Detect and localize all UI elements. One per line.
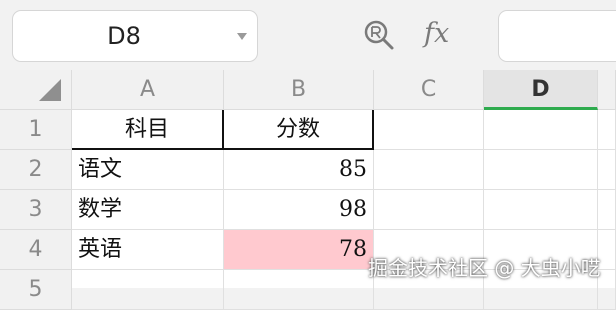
- column-header-c[interactable]: C: [374, 70, 484, 110]
- formula-input[interactable]: [498, 10, 616, 62]
- cell-c3[interactable]: [374, 190, 484, 230]
- cell-a3[interactable]: 数学: [72, 190, 224, 230]
- row-header-5[interactable]: 5: [0, 270, 72, 310]
- cell-e2[interactable]: [598, 150, 616, 190]
- cell-a4[interactable]: 英语: [72, 230, 224, 270]
- row-header-2[interactable]: 2: [0, 150, 72, 190]
- cell-d2[interactable]: [484, 150, 598, 190]
- row-header-1[interactable]: 1: [0, 110, 72, 150]
- select-all-corner[interactable]: [0, 70, 72, 110]
- zoom-search-icon[interactable]: [362, 18, 396, 52]
- cell-b4[interactable]: 78: [224, 230, 374, 270]
- cell-a2[interactable]: 语文: [72, 150, 224, 190]
- cell-a1[interactable]: 科目: [72, 110, 224, 150]
- name-box[interactable]: D8: [12, 10, 258, 62]
- cell-b2[interactable]: 85: [224, 150, 374, 190]
- column-header-a[interactable]: A: [72, 70, 224, 110]
- cell-reference: D8: [107, 22, 141, 50]
- column-header-e[interactable]: [598, 70, 616, 110]
- cell-c1[interactable]: [374, 110, 484, 150]
- cell-d1[interactable]: [484, 110, 598, 150]
- column-header-b[interactable]: B: [224, 70, 374, 110]
- column-header-d[interactable]: D: [484, 70, 598, 110]
- cell-b1[interactable]: 分数: [224, 110, 374, 150]
- watermark: 掘金技术社区 @ 大虫小呓: [368, 256, 601, 280]
- cell-c2[interactable]: [374, 150, 484, 190]
- fx-icon[interactable]: fx: [424, 16, 464, 52]
- cell-e1[interactable]: [598, 110, 616, 150]
- cell-d3[interactable]: [484, 190, 598, 230]
- select-all-triangle-icon: [39, 79, 61, 101]
- formula-bar: D8 fx: [0, 0, 616, 70]
- cell-b3[interactable]: 98: [224, 190, 374, 230]
- row-header-4[interactable]: 4: [0, 230, 72, 270]
- cell-a5[interactable]: [72, 270, 224, 310]
- cell-b5[interactable]: [224, 270, 374, 310]
- dropdown-caret-icon[interactable]: [237, 33, 247, 40]
- cell-e3[interactable]: [598, 190, 616, 230]
- row-header-3[interactable]: 3: [0, 190, 72, 230]
